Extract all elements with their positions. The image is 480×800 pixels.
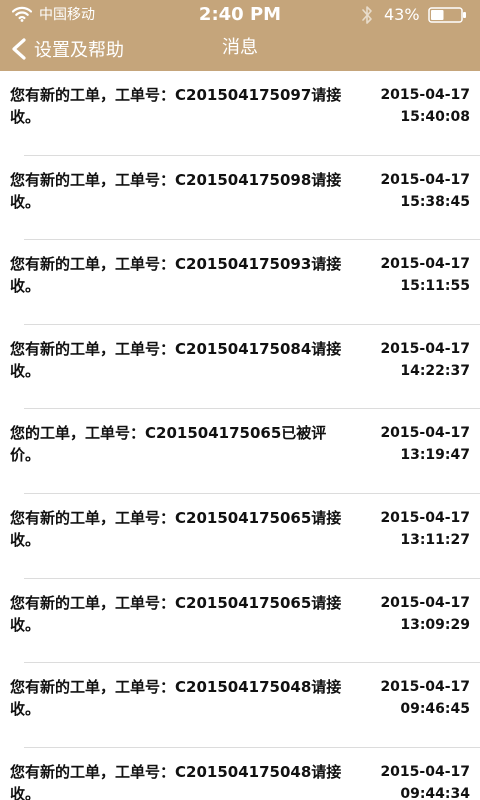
list-item[interactable]: 您有新的工单，工单号：C201504175065请接收。 2015-04-17 … [0, 579, 480, 664]
message-list: 您有新的工单，工单号：C201504175097请接收。 2015-04-17 … [0, 71, 480, 800]
message-date: 2015-04-17 [380, 425, 470, 442]
message-text: 您有新的工单，工单号：C201504175065请接收。 [10, 508, 342, 549]
list-item[interactable]: 您有新的工单，工单号：C201504175097请接收。 2015-04-17 … [0, 71, 480, 156]
list-item[interactable]: 您有新的工单，工单号：C201504175065请接收。 2015-04-17 … [0, 494, 480, 579]
bluetooth-icon [362, 6, 372, 24]
list-item[interactable]: 您有新的工单，工单号：C201504175098请接收。 2015-04-17 … [0, 156, 480, 241]
list-item[interactable]: 您有新的工单，工单号：C201504175093请接收。 2015-04-17 … [0, 240, 480, 325]
message-time: 15:11:55 [400, 278, 470, 295]
message-date: 2015-04-17 [380, 87, 470, 103]
battery-percent: 43% [384, 5, 420, 24]
list-item[interactable]: 您有新的工单，工单号：C201504175084请接收。 2015-04-17 … [0, 325, 480, 410]
message-date: 2015-04-17 [380, 679, 470, 696]
navigation-bar: 设置及帮助 消息 [0, 30, 480, 71]
message-time: 15:40:08 [400, 109, 470, 125]
message-text: 您有新的工单，工单号：C201504175093请接收。 [10, 255, 342, 296]
message-time: 14:22:37 [400, 362, 470, 379]
message-date: 2015-04-17 [380, 594, 470, 611]
message-text: 您有新的工单，工单号：C201504175048请接收。 [10, 762, 342, 800]
message-time: 13:19:47 [400, 447, 470, 464]
message-date: 2015-04-17 [380, 509, 470, 526]
app-screen: 中国移动 2:40 PM 43% 设置及帮助 消息 您有新的工单，工单号：C20… [0, 0, 480, 800]
message-date: 2015-04-17 [380, 256, 470, 273]
list-item[interactable]: 您的工单，工单号：C201504175065已被评价。 2015-04-17 1… [0, 409, 480, 494]
message-time: 15:38:45 [400, 193, 470, 210]
status-bar: 中国移动 2:40 PM 43% [0, 0, 480, 30]
list-item[interactable]: 您有新的工单，工单号：C201504175048请接收。 2015-04-17 … [0, 663, 480, 748]
message-text: 您有新的工单，工单号：C201504175048请接收。 [10, 678, 342, 719]
message-text: 您有新的工单，工单号：C201504175098请接收。 [10, 170, 342, 211]
message-text: 您有新的工单，工单号：C201504175097请接收。 [10, 86, 342, 126]
message-time: 13:11:27 [400, 531, 470, 548]
message-date: 2015-04-17 [380, 340, 470, 357]
message-time: 09:46:45 [400, 701, 470, 718]
message-date: 2015-04-17 [380, 171, 470, 188]
page-title: 消息 [222, 37, 258, 58]
battery-icon [428, 7, 466, 23]
message-text: 您的工单，工单号：C201504175065已被评价。 [10, 424, 327, 465]
message-text: 您有新的工单，工单号：C201504175084请接收。 [10, 339, 342, 380]
message-time: 09:44:34 [400, 785, 470, 800]
list-item[interactable]: 您有新的工单，工单号：C201504175048请接收。 2015-04-17 … [0, 748, 480, 800]
message-time: 13:09:29 [400, 616, 470, 633]
header: 中国移动 2:40 PM 43% 设置及帮助 消息 [0, 0, 480, 71]
message-text: 您有新的工单，工单号：C201504175065请接收。 [10, 593, 342, 634]
message-date: 2015-04-17 [380, 763, 470, 780]
